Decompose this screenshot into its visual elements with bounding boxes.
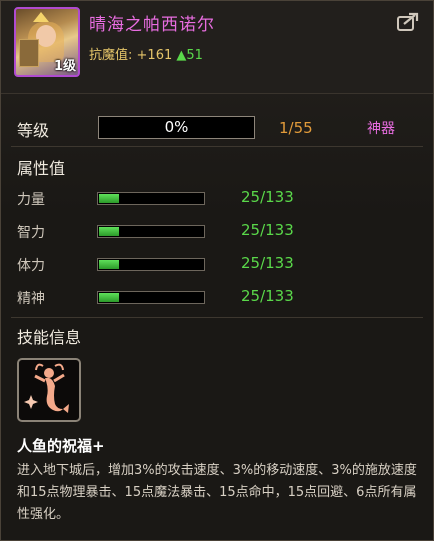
pet-info-panel: 1级 晴海之帕西诺尔 抗魔值: +161 ▲51 等级 0% 1/55 神器 属…	[0, 0, 434, 541]
share-icon[interactable]	[397, 12, 419, 32]
attr-row-strength: 力量 25/133	[1, 187, 433, 209]
attr-bar	[97, 192, 205, 205]
attr-name: 力量	[17, 192, 45, 208]
divider	[11, 146, 423, 147]
pet-header: 1级 晴海之帕西诺尔 抗魔值: +161 ▲51	[1, 1, 433, 94]
resist-label: 抗魔值:	[89, 48, 133, 63]
resist-value: 抗魔值: +161 ▲51	[89, 44, 203, 63]
skill-description: 进入地下城后，增加3%的攻击速度、3%的移动速度、3%的施放速度和15点物理暴击…	[17, 463, 417, 522]
level-count: 1/55	[279, 119, 313, 137]
attr-value: 25/133	[241, 188, 294, 206]
attr-value: 25/133	[241, 254, 294, 272]
avatar-face	[36, 25, 56, 47]
attr-bar	[97, 291, 205, 304]
rarity-label: 神器	[367, 121, 395, 137]
pet-avatar[interactable]: 1级	[14, 7, 80, 77]
pet-title: 晴海之帕西诺尔	[89, 15, 215, 35]
mermaid-icon[interactable]	[17, 358, 81, 422]
attr-bar-fill	[99, 260, 119, 269]
attr-name: 智力	[17, 225, 45, 241]
resist-up: ▲51	[176, 48, 203, 63]
attr-value: 25/133	[241, 287, 294, 305]
level-progress-bar: 0%	[98, 116, 255, 139]
attr-value: 25/133	[241, 221, 294, 239]
attr-row-vitality: 体力 25/133	[1, 253, 433, 275]
attr-bar	[97, 225, 205, 238]
attr-row-spirit: 精神 25/133	[1, 286, 433, 308]
crown-icon	[33, 12, 49, 22]
attr-name: 体力	[17, 258, 45, 274]
attr-bar	[97, 258, 205, 271]
attr-bar-fill	[99, 227, 119, 236]
divider	[11, 317, 423, 318]
skill-name: 人鱼的祝福+	[17, 437, 105, 455]
attr-name: 精神	[17, 291, 45, 307]
book-icon	[19, 39, 39, 67]
level-percent: 0%	[164, 118, 189, 136]
attr-bar-fill	[99, 194, 119, 203]
attributes-heading: 属性值	[17, 159, 66, 178]
resist-plus: +161	[136, 48, 173, 63]
attr-bar-fill	[99, 293, 119, 302]
attr-row-intelligence: 智力 25/133	[1, 220, 433, 242]
skill-heading: 技能信息	[17, 328, 82, 347]
pet-level-badge: 1级	[53, 59, 76, 74]
level-label: 等级	[17, 121, 50, 140]
